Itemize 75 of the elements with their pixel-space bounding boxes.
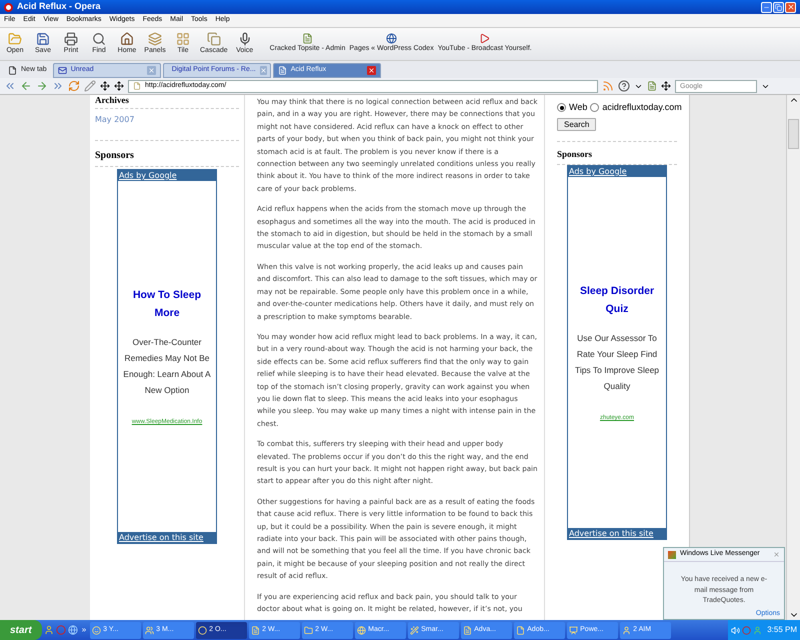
help-icon <box>618 80 630 92</box>
people-icon <box>145 626 154 634</box>
presentation-icon <box>569 626 578 634</box>
radio-label: acidrefluxtoday.com <box>602 101 682 114</box>
more-icons-chevron[interactable]: » <box>82 624 86 636</box>
scrollbar[interactable] <box>786 95 800 620</box>
printer-icon <box>64 32 78 46</box>
page-icon <box>647 81 657 91</box>
microphone-icon <box>238 32 252 46</box>
window-title: Acid Reflux - Opera <box>17 0 101 14</box>
reload-icon <box>68 80 80 92</box>
person-icon <box>622 626 632 634</box>
radio-button[interactable] <box>590 103 600 112</box>
opera-logo-icon <box>4 2 13 12</box>
speaker-icon <box>731 626 740 634</box>
windows-flag-icon <box>668 550 676 558</box>
restore-icon <box>775 4 782 10</box>
radio-button[interactable] <box>557 103 566 112</box>
wand-icon <box>410 626 420 634</box>
rewind-icon <box>4 80 16 92</box>
close-button[interactable] <box>785 2 796 12</box>
ad-description: Use Our Assessor To Rate Your Sleep Find Tips To Improve Sleep Quality <box>574 332 660 393</box>
play-icon <box>479 33 490 44</box>
ads-by-google-link[interactable]: Ads by Google <box>568 166 666 177</box>
move-arrows-icon <box>661 81 671 91</box>
move-arrows-icon <box>100 81 110 91</box>
close-icon[interactable] <box>773 551 780 558</box>
smiley-icon <box>92 626 102 634</box>
move-arrows-icon <box>114 81 124 91</box>
archive-link[interactable]: May 2007 <box>95 114 239 141</box>
pencil-icon <box>84 80 96 92</box>
scroll-thumb[interactable] <box>788 119 799 149</box>
close-icon <box>786 3 794 11</box>
page-icon <box>278 66 287 75</box>
grid-icon <box>176 32 190 46</box>
clock: 3:55 PM <box>767 624 797 636</box>
globe-icon <box>68 625 78 635</box>
start-button[interactable]: start <box>0 620 42 640</box>
file-icon <box>516 626 526 634</box>
page-icon <box>133 82 141 90</box>
circle-icon <box>198 626 208 634</box>
house-icon <box>120 32 134 46</box>
close-tab-icon[interactable] <box>366 66 376 75</box>
ads-by-google-link[interactable]: Ads by Google <box>118 170 216 181</box>
circle-icon <box>742 626 752 634</box>
archives-heading: Archives <box>95 95 239 109</box>
search-button[interactable]: Search <box>557 118 596 130</box>
ad-title[interactable]: Sleep Disorder Quiz <box>570 282 664 318</box>
folder-icon <box>8 32 22 46</box>
globe-icon <box>357 626 366 634</box>
forward-arrow-icon <box>36 80 48 92</box>
advertise-link[interactable]: Advertise on this site <box>568 528 666 539</box>
layers-icon <box>148 32 162 46</box>
person-icon <box>753 626 762 634</box>
document-icon <box>251 626 260 634</box>
minimize-button[interactable] <box>761 2 772 12</box>
radio-label: Web <box>569 101 588 114</box>
globe-icon <box>386 33 398 44</box>
folder-icon <box>304 626 314 634</box>
document-icon <box>463 626 472 634</box>
page-icon <box>8 66 17 75</box>
back-arrow-icon <box>20 80 32 92</box>
search-icon <box>92 32 106 46</box>
ad-title[interactable]: How To Sleep More <box>120 286 214 322</box>
person-icon <box>44 625 54 635</box>
circle-icon <box>56 625 66 635</box>
sponsors-heading: Sponsors <box>95 148 239 167</box>
mail-icon <box>58 66 67 75</box>
restore-button[interactable] <box>773 2 784 12</box>
page-icon <box>302 33 314 44</box>
rss-icon <box>602 80 614 92</box>
copy-icon <box>206 32 221 46</box>
ad-description: Over-The-Counter Remedies May Not Be Enough: Learn About A New Option <box>122 336 212 397</box>
advertise-link[interactable]: Advertise on this site <box>118 532 216 543</box>
fast-forward-icon <box>52 80 64 92</box>
